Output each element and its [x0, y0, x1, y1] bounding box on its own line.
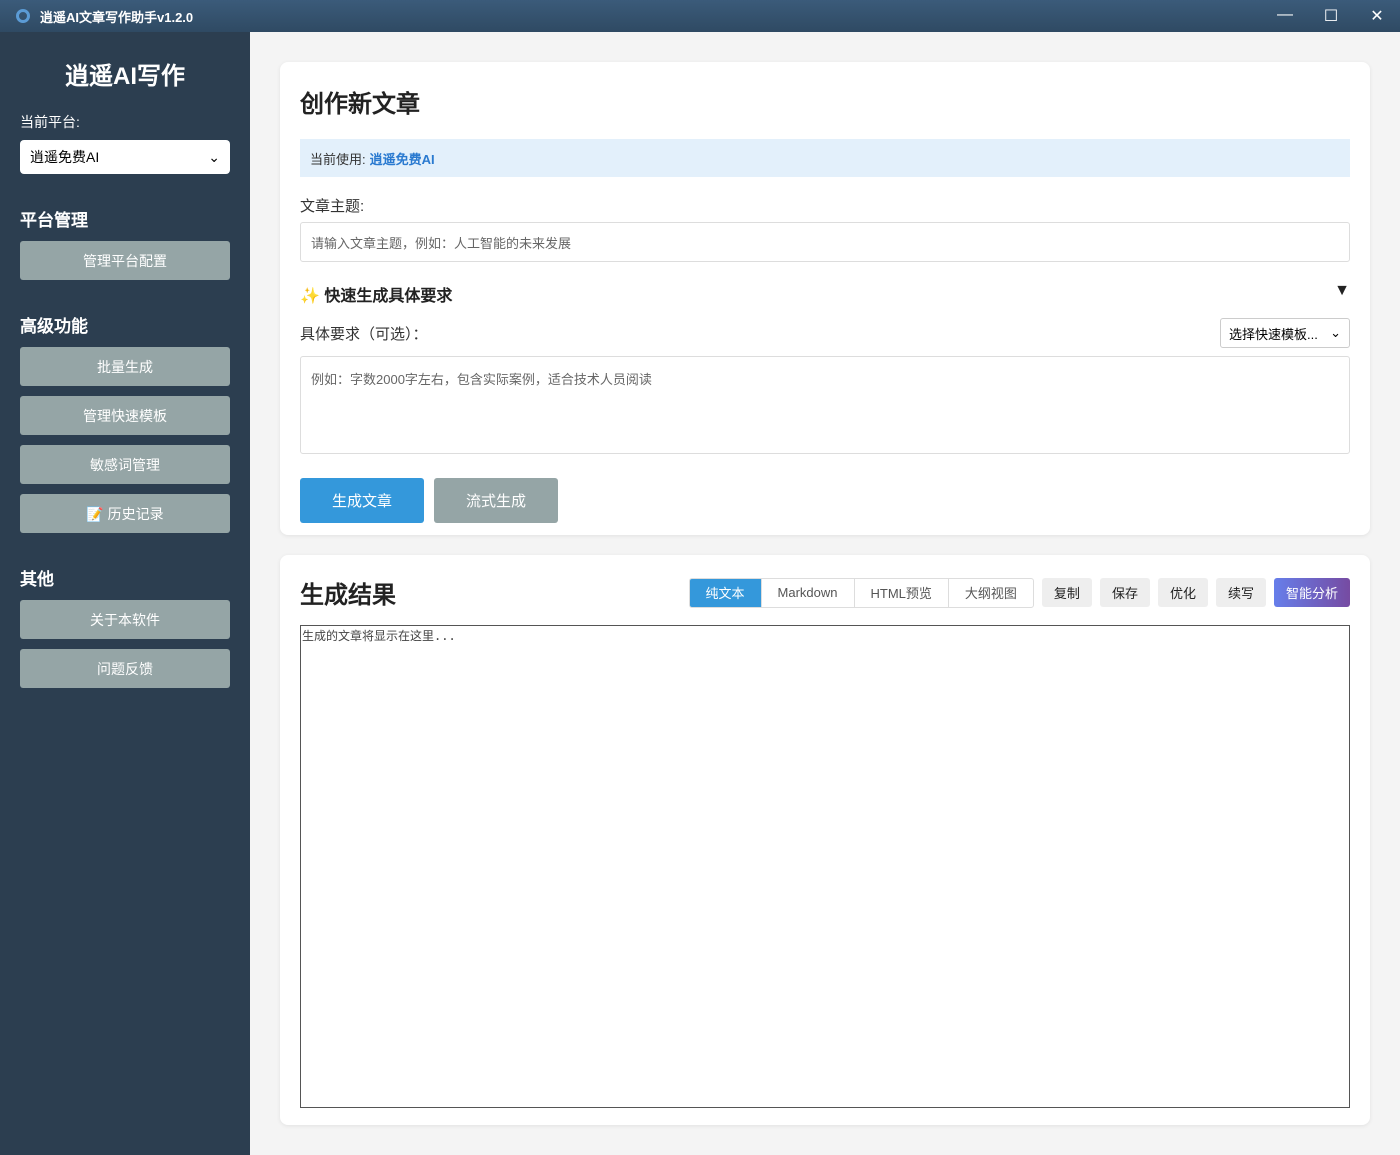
maximize-button[interactable]: ☐	[1308, 6, 1354, 26]
continue-button[interactable]: 续写	[1215, 578, 1266, 607]
window-title: 逍遥AI文章写作助手v1.2.0	[40, 9, 194, 25]
topic-input[interactable]: 请输入文章主题，例如：人工智能的未来发展	[300, 222, 1350, 262]
tab-markdown[interactable]: Markdown	[762, 578, 855, 607]
copy-button[interactable]: 复制	[1041, 578, 1092, 607]
title-bar: 逍遥AI文章写作助手v1.2.0 — ☐ ✕	[0, 0, 1400, 32]
sidebar: 逍遥AI写作 当前平台: 逍遥免费AI ⌄ 平台管理 管理平台配置 高级功能 批量…	[0, 32, 250, 1155]
sensitive-words-button[interactable]: 敏感词管理	[20, 445, 230, 484]
platform-value: 逍遥免费AI	[30, 149, 100, 165]
manage-templates-button[interactable]: 管理快速模板	[20, 396, 230, 435]
minimize-button[interactable]: —	[1262, 6, 1308, 26]
tab-plain-text[interactable]: 纯文本	[689, 578, 762, 607]
brand: 逍遥AI写作	[65, 63, 185, 90]
quick-requirements-toggle[interactable]: ✨ 快速生成具体要求 ▼	[300, 282, 1350, 306]
stream-generate-button[interactable]: 流式生成	[434, 478, 558, 523]
platform-label: 当前平台:	[20, 114, 80, 130]
topic-label: 文章主题:	[300, 198, 365, 215]
section-title: 其他	[20, 570, 54, 589]
tab-html-preview[interactable]: HTML预览	[855, 578, 949, 607]
platform-select[interactable]: 逍遥免费AI ⌄	[20, 140, 230, 174]
section-title: 平台管理	[20, 211, 88, 230]
chevron-down-icon: ⌄	[208, 148, 220, 165]
chevron-down-icon: ⌄	[1330, 325, 1341, 340]
manage-platform-button[interactable]: 管理平台配置	[20, 241, 230, 280]
create-card: 创作新文章 当前使用: 逍遥免费AI 文章主题: 请输入文章主题，例如：人工智能的…	[280, 62, 1370, 535]
requirements-label: 具体要求（可选）：	[300, 325, 428, 343]
view-tabs: 纯文本 Markdown HTML预览 大纲视图	[688, 577, 1034, 608]
requirements-textarea[interactable]: 例如：字数2000字左右，包含实际案例，适合技术人员阅读	[300, 356, 1350, 454]
about-button[interactable]: 关于本软件	[20, 600, 230, 639]
template-select[interactable]: 选择快速模板... ⌄	[1220, 318, 1350, 348]
page-title: 创作新文章	[300, 91, 420, 118]
smart-analysis-button[interactable]: 智能分析	[1273, 578, 1350, 607]
current-platform-banner: 当前使用: 逍遥免费AI	[300, 139, 1350, 177]
result-output[interactable]: 生成的文章将显示在这里...	[300, 625, 1350, 1108]
current-platform-link[interactable]: 逍遥免费AI	[370, 149, 435, 168]
save-button[interactable]: 保存	[1099, 578, 1150, 607]
batch-generate-button[interactable]: 批量生成	[20, 347, 230, 386]
template-value: 选择快速模板...	[1229, 326, 1318, 342]
generate-button[interactable]: 生成文章	[300, 478, 424, 523]
tab-outline[interactable]: 大纲视图	[949, 579, 1033, 607]
history-button[interactable]: 📝 历史记录	[20, 494, 230, 533]
feedback-button[interactable]: 问题反馈	[20, 649, 230, 688]
optimize-button[interactable]: 优化	[1157, 578, 1208, 607]
triangle-down-icon[interactable]: ▼	[1334, 282, 1350, 306]
section-title: 高级功能	[20, 317, 88, 336]
current-label: 当前使用:	[310, 151, 366, 167]
result-card: 生成结果 纯文本 Markdown HTML预览 大纲视图 复制 保存 优化 续…	[280, 555, 1370, 1125]
close-button[interactable]: ✕	[1354, 6, 1400, 26]
app-logo-icon	[16, 9, 30, 23]
quick-title: ✨ 快速生成具体要求	[300, 288, 453, 305]
result-title: 生成结果	[300, 582, 396, 609]
